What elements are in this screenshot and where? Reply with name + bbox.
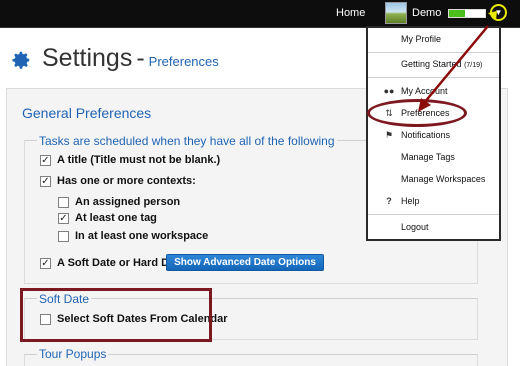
flag-icon: ⚑	[384, 130, 394, 140]
menu-item-my-profile[interactable]: My Profile	[368, 30, 499, 50]
tour-popups-legend: Tour Popups	[37, 347, 109, 361]
page-subtitle: Preferences	[148, 54, 219, 69]
task-rule-workspace[interactable]: In at least one workspace	[58, 229, 208, 243]
account-dropdown-menu: My Profile Getting Started (7/19) ●● My …	[366, 26, 501, 241]
gear-icon	[12, 51, 30, 69]
task-rule-contexts-label: Has one or more contexts:	[57, 175, 196, 187]
task-rule-title-checkbox[interactable]: ✓	[40, 154, 51, 166]
soft-date-highlight	[20, 288, 212, 342]
tasks-legend: Tasks are scheduled when they have all o…	[37, 134, 337, 148]
task-rule-title-label: A title (Title must not be blank.)	[57, 154, 221, 166]
task-rule-tag-checkbox[interactable]: ✓	[58, 212, 69, 224]
task-rule-assigned-checkbox[interactable]	[58, 196, 69, 208]
page-title: Settings - Preferences	[42, 44, 219, 73]
task-rule-assigned[interactable]: An assigned person	[58, 195, 180, 209]
user-name[interactable]: Demo	[412, 7, 441, 19]
progress-meter	[448, 9, 486, 18]
getting-started-count: (7/19)	[464, 62, 483, 69]
menu-item-manage-tags-label: Manage Tags	[401, 152, 455, 162]
menu-item-getting-started[interactable]: Getting Started (7/19)	[368, 55, 499, 75]
users-icon: ●●	[383, 86, 395, 96]
page-title-text: Settings	[42, 44, 133, 72]
task-rule-workspace-checkbox[interactable]	[58, 230, 69, 242]
task-rule-title[interactable]: ✓ A title (Title must not be blank.)	[40, 153, 220, 167]
getting-started-text: Getting Started	[401, 59, 462, 69]
task-rule-assigned-label: An assigned person	[75, 196, 181, 208]
menu-item-manage-workspaces-label: Manage Workspaces	[401, 174, 486, 184]
menu-item-my-profile-label: My Profile	[401, 34, 442, 44]
menu-divider	[368, 77, 499, 78]
menu-item-notifications[interactable]: ⚑ Notifications	[368, 126, 499, 146]
menu-divider	[368, 214, 499, 215]
account-menu-button[interactable]: ▼	[490, 4, 507, 21]
top-bar: Home Demo ▼	[0, 0, 520, 28]
menu-item-help-label: Help	[401, 196, 420, 206]
menu-divider	[368, 52, 499, 53]
advanced-date-options-button[interactable]: Show Advanced Date Options	[166, 254, 324, 271]
menu-item-getting-started-label: Getting Started (7/19)	[401, 59, 482, 69]
task-rule-contexts[interactable]: ✓ Has one or more contexts:	[40, 174, 196, 188]
menu-item-notifications-label: Notifications	[401, 130, 451, 140]
general-preferences-title: General Preferences	[22, 105, 152, 121]
task-rule-workspace-label: In at least one workspace	[75, 230, 209, 242]
task-rule-contexts-checkbox[interactable]: ✓	[40, 175, 51, 187]
task-rule-tag[interactable]: ✓ At least one tag	[58, 211, 157, 225]
menu-item-logout-label: Logout	[401, 222, 429, 232]
chevron-down-icon: ▼	[494, 8, 503, 17]
menu-item-logout[interactable]: Logout	[368, 218, 499, 238]
help-icon: ?	[386, 196, 392, 206]
menu-item-manage-workspaces[interactable]: Manage Workspaces	[368, 170, 499, 190]
home-link[interactable]: Home	[336, 7, 365, 19]
task-rule-tag-label: At least one tag	[75, 212, 157, 224]
menu-item-manage-tags[interactable]: Manage Tags	[368, 148, 499, 168]
task-rule-date[interactable]: ✓ A Soft Date or Hard Date	[40, 256, 185, 270]
avatar[interactable]	[385, 2, 407, 24]
progress-fill	[449, 10, 466, 17]
preferences-highlight	[367, 99, 467, 127]
title-separator: -	[136, 44, 145, 72]
menu-item-help[interactable]: ? Help	[368, 192, 499, 212]
task-rule-date-checkbox[interactable]: ✓	[40, 257, 51, 269]
menu-item-my-account-label: My Account	[401, 86, 448, 96]
